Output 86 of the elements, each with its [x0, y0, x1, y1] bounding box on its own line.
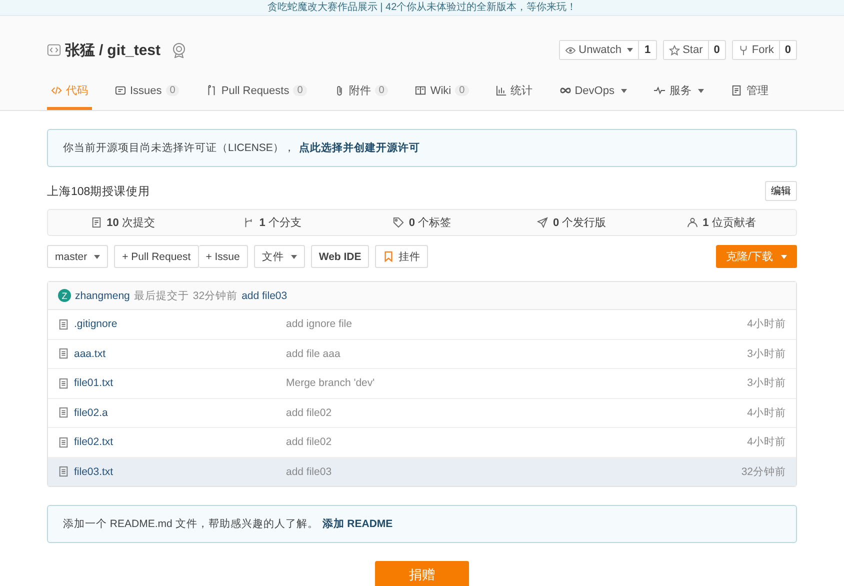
file-time: 4小时前 — [747, 406, 786, 420]
commit-label: 最后提交于 — [134, 288, 189, 302]
nav-tab[interactable]: 附件 0 — [330, 74, 392, 110]
commit-message-link[interactable]: add file02 — [286, 406, 748, 419]
nav-tab[interactable]: DevOps — [556, 74, 632, 110]
commit-message-link[interactable]: add file03 — [242, 290, 288, 302]
file-dropdown[interactable]: 文件 — [254, 245, 305, 268]
file-name-link[interactable]: file02.a — [74, 406, 108, 419]
avatar: Z — [58, 289, 71, 302]
bookmark-icon — [383, 251, 394, 262]
widget-button[interactable]: 挂件 — [375, 245, 428, 268]
issue-button[interactable]: + Issue — [198, 245, 248, 268]
file-icon — [58, 318, 69, 330]
eye-icon — [564, 44, 576, 56]
file-icon — [58, 407, 69, 418]
award-icon — [170, 42, 187, 58]
commit-author-link[interactable]: zhangmeng — [75, 290, 130, 302]
file-icon — [58, 378, 69, 389]
nav-tab[interactable]: Pull Requests 0 — [202, 74, 311, 110]
tag-icon — [392, 217, 404, 228]
repo-name-link[interactable]: git_test — [107, 42, 161, 58]
star-icon — [668, 44, 680, 56]
license-link[interactable]: 点此选择并创建开源许可 — [298, 141, 420, 155]
commit-message-link[interactable]: add file aaa — [286, 348, 748, 360]
nav-tab[interactable]: 管理 — [727, 74, 772, 110]
issue-icon — [115, 85, 126, 96]
code-icon — [47, 43, 61, 57]
doc-icon — [731, 85, 742, 96]
file-name-link[interactable]: file01.txt — [74, 377, 114, 390]
stats-link[interactable]: 0 个发行版 — [496, 215, 646, 230]
branch-icon — [243, 217, 254, 228]
commit-message-link[interactable]: add file02 — [286, 436, 748, 448]
release-icon — [536, 217, 548, 228]
commit-time: 32分钟前 — [192, 288, 238, 302]
file-time: 3小时前 — [747, 376, 786, 390]
code-icon — [51, 85, 62, 96]
edit-button[interactable]: 编辑 — [765, 181, 797, 201]
file-time: 4小时前 — [747, 435, 786, 450]
nav-tab[interactable]: Wiki 0 — [411, 74, 473, 110]
file-name-link[interactable]: file03.txt — [74, 466, 114, 478]
file-row[interactable]: file01.txt Merge branch 'dev' 3小时前 — [48, 369, 796, 398]
file-time: 4小时前 — [747, 317, 786, 332]
repo-description: 上海108期授课使用 — [47, 184, 150, 198]
repo-owner-link[interactable]: 张猛 — [65, 40, 95, 60]
web-ide-button[interactable]: Web IDE — [310, 245, 370, 268]
file-row[interactable]: .gitignore add ignore file 4小时前 — [48, 310, 796, 340]
notice-text: 添加一个 README.md 文件，帮助感兴趣的人了解。 — [63, 517, 318, 531]
promo-banner[interactable]: 贪吃蛇魔改大赛作品展示 | 42个你从未体验过的全新版本，等你来玩！ — [0, 0, 844, 16]
nav-tab[interactable]: Issues 0 — [111, 74, 184, 110]
stats-link[interactable]: 1 位贡献者 — [646, 215, 796, 230]
commit-icon — [90, 217, 102, 228]
file-time: 3小时前 — [747, 346, 786, 361]
file-name-link[interactable]: aaa.txt — [74, 348, 106, 360]
stats-link[interactable]: 10 次提交 — [48, 215, 198, 230]
infinity-icon — [560, 85, 571, 96]
fork-icon — [738, 44, 749, 56]
people-icon — [686, 217, 698, 228]
fork-count[interactable]: 0 — [780, 41, 796, 59]
pull-request-button[interactable]: + Pull Request — [114, 245, 199, 268]
watch-count[interactable]: 1 — [639, 41, 656, 59]
stats-link[interactable]: 0 个标签 — [347, 215, 497, 230]
book-icon — [415, 85, 426, 96]
branch-dropdown[interactable]: master — [47, 245, 108, 268]
path-separator: / — [99, 42, 104, 58]
star-count[interactable]: 0 — [708, 41, 725, 59]
commit-message-link[interactable]: add ignore file — [286, 318, 748, 330]
notice-text: 你当前开源项目尚未选择许可证（LICENSE）， — [63, 141, 295, 155]
pulse-icon — [654, 85, 666, 96]
chart-icon — [496, 85, 507, 96]
nav-tab[interactable]: 服务 — [650, 74, 708, 110]
fork-button[interactable]: Fork — [732, 41, 780, 59]
file-icon — [58, 436, 69, 448]
file-time: 32分钟前 — [741, 464, 786, 479]
nav-tab[interactable]: 统计 — [492, 74, 537, 110]
file-icon — [58, 348, 69, 360]
file-name-link[interactable]: .gitignore — [74, 318, 118, 330]
add-readme-link[interactable]: 添加 README — [322, 517, 393, 531]
star-button[interactable]: Star — [664, 41, 709, 59]
file-name-link[interactable]: file02.txt — [74, 436, 114, 448]
file-row[interactable]: file02.a add file02 4小时前 — [48, 398, 796, 428]
commit-message-link[interactable]: Merge branch 'dev' — [286, 377, 748, 390]
file-row[interactable]: file03.txt add file03 32分钟前 — [48, 458, 796, 486]
file-row[interactable]: aaa.txt add file aaa 3小时前 — [48, 340, 796, 369]
file-icon — [58, 466, 69, 478]
watch-button[interactable]: Unwatch — [560, 41, 640, 59]
stats-link[interactable]: 1 个分支 — [198, 215, 348, 230]
